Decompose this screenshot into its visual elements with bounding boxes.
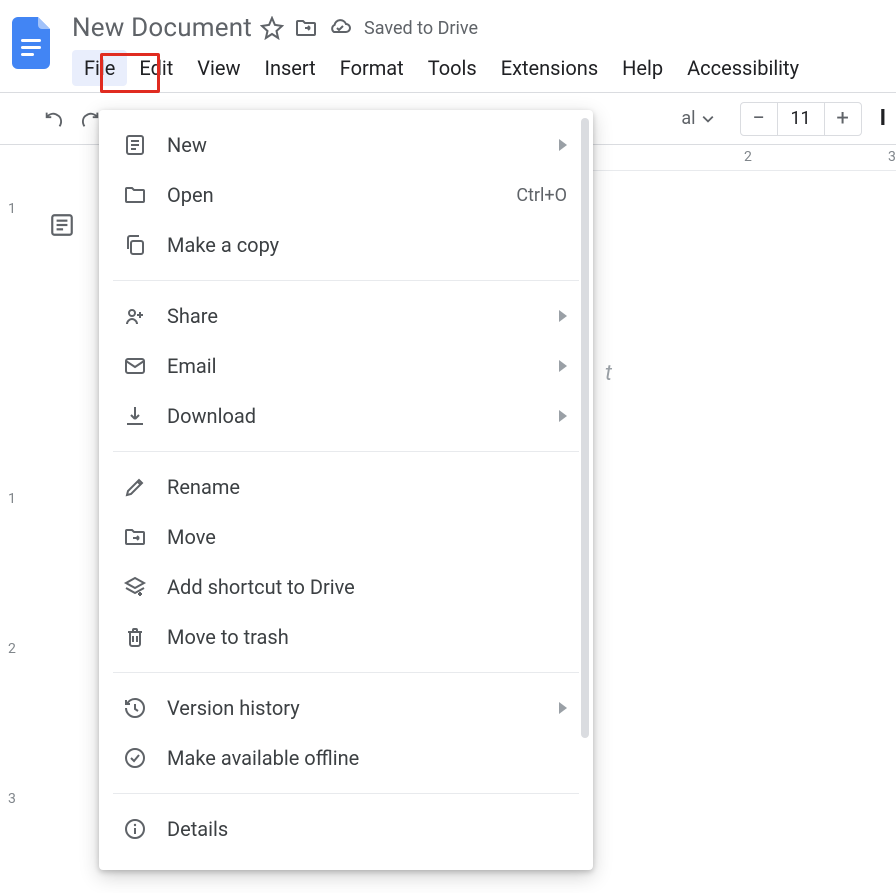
- file-menu-dropdown: New OpenCtrl+O Make a copy Share Email Downlo…: [99, 110, 593, 870]
- undo-icon[interactable]: [38, 103, 70, 135]
- menu-item-details[interactable]: Details: [99, 804, 593, 854]
- menu-item-label: Rename: [167, 475, 567, 499]
- menu-item-shortcut: Ctrl+O: [516, 185, 567, 206]
- dropdown-scrollbar[interactable]: [581, 118, 589, 738]
- menu-item-label: Details: [167, 817, 567, 841]
- menu-item-label: Share: [167, 304, 559, 328]
- shortcut-icon: [121, 573, 149, 601]
- doc-icon: [121, 131, 149, 159]
- menu-item-label: Make available offline: [167, 746, 567, 770]
- menubar-item-tools[interactable]: Tools: [416, 50, 489, 86]
- menu-item-label: Move to trash: [167, 625, 567, 649]
- cloud-saved-icon[interactable]: [326, 14, 354, 42]
- ruler-tick: 2: [8, 641, 16, 657]
- docs-logo[interactable]: [10, 14, 54, 72]
- submenu-arrow-icon: [559, 360, 567, 372]
- menu-item-label: Move: [167, 525, 567, 549]
- saved-status: Saved to Drive: [364, 18, 478, 39]
- font-size-stepper: − 11 +: [740, 102, 862, 136]
- paragraph-style-select[interactable]: al: [671, 102, 723, 136]
- submenu-arrow-icon: [559, 410, 567, 422]
- menu-item-make-a-copy[interactable]: Make a copy: [99, 220, 593, 270]
- menubar-item-help[interactable]: Help: [610, 50, 675, 86]
- menu-item-rename[interactable]: Rename: [99, 462, 593, 512]
- folder-icon: [121, 181, 149, 209]
- ruler-tick: 1: [8, 491, 16, 507]
- ruler-tick: 3: [888, 149, 896, 165]
- share-icon: [121, 302, 149, 330]
- menu-item-label: Download: [167, 404, 559, 428]
- menu-item-move-to-trash[interactable]: Move to trash: [99, 612, 593, 662]
- menubar-item-accessibility[interactable]: Accessibility: [675, 50, 811, 86]
- ruler-tick: 1: [8, 201, 16, 217]
- submenu-arrow-icon: [559, 139, 567, 151]
- menu-separator: [113, 672, 579, 673]
- submenu-arrow-icon: [559, 310, 567, 322]
- menu-item-label: Make a copy: [167, 233, 567, 257]
- submenu-arrow-icon: [559, 702, 567, 714]
- menu-item-version-history[interactable]: Version history: [99, 683, 593, 733]
- menu-item-open[interactable]: OpenCtrl+O: [99, 170, 593, 220]
- download-icon: [121, 402, 149, 430]
- move-icon: [121, 523, 149, 551]
- menu-item-label: Version history: [167, 696, 559, 720]
- menu-item-make-available-offline[interactable]: Make available offline: [99, 733, 593, 783]
- bold-indicator[interactable]: I: [880, 106, 886, 131]
- info-icon: [121, 815, 149, 843]
- document-title[interactable]: New Document: [72, 13, 252, 43]
- history-icon: [121, 694, 149, 722]
- font-size-increase[interactable]: +: [825, 106, 861, 131]
- vertical-ruler[interactable]: 1 1 2 3: [0, 171, 28, 865]
- offline-icon: [121, 744, 149, 772]
- copy-icon: [121, 231, 149, 259]
- font-size-decrease[interactable]: −: [741, 106, 777, 131]
- menu-item-label: Open: [167, 183, 516, 207]
- outline-toggle-icon[interactable]: [40, 203, 84, 247]
- menu-separator: [113, 280, 579, 281]
- menubar-item-file[interactable]: File: [72, 50, 127, 86]
- menu-item-label: Add shortcut to Drive: [167, 575, 567, 599]
- menu-item-download[interactable]: Download: [99, 391, 593, 441]
- menu-item-add-shortcut-to-drive[interactable]: Add shortcut to Drive: [99, 562, 593, 612]
- menu-item-label: Email: [167, 354, 559, 378]
- star-icon[interactable]: [258, 14, 286, 42]
- menu-item-new[interactable]: New: [99, 120, 593, 170]
- menubar-item-view[interactable]: View: [185, 50, 252, 86]
- ruler-tick: 3: [8, 791, 16, 807]
- paragraph-style-value: al: [681, 108, 695, 129]
- menubar-item-edit[interactable]: Edit: [127, 50, 185, 86]
- menu-item-email[interactable]: Email: [99, 341, 593, 391]
- menubar-item-insert[interactable]: Insert: [253, 50, 328, 86]
- page-ghost-text: t: [605, 361, 612, 386]
- move-icon[interactable]: [292, 14, 320, 42]
- font-size-input[interactable]: 11: [777, 103, 825, 135]
- trash-icon: [121, 623, 149, 651]
- menubar: FileEditViewInsertFormatToolsExtensionsH…: [72, 50, 886, 86]
- rename-icon: [121, 473, 149, 501]
- menu-item-move[interactable]: Move: [99, 512, 593, 562]
- menubar-item-extensions[interactable]: Extensions: [489, 50, 610, 86]
- mail-icon: [121, 352, 149, 380]
- menu-separator: [113, 451, 579, 452]
- menu-item-share[interactable]: Share: [99, 291, 593, 341]
- menu-item-label: New: [167, 133, 559, 157]
- ruler-tick: 2: [744, 149, 752, 165]
- menu-separator: [113, 793, 579, 794]
- menubar-item-format[interactable]: Format: [328, 50, 416, 86]
